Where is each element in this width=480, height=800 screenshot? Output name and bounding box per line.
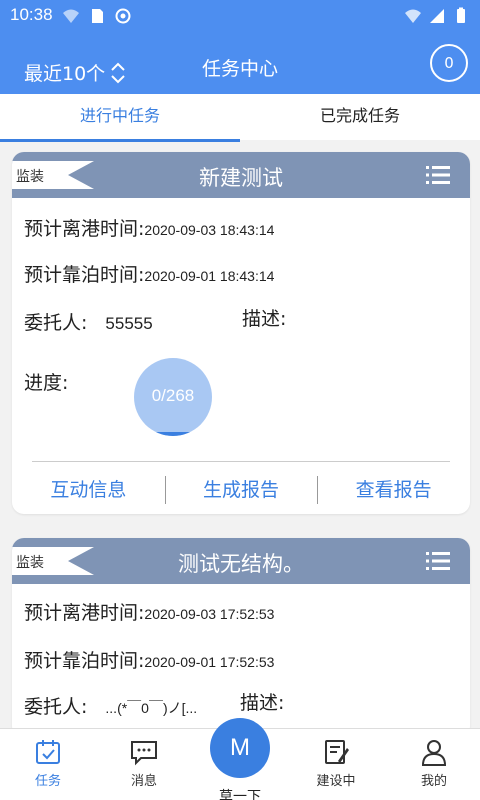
client-row: 委托人: ...(*￣0￣)ノ[...: [24, 692, 197, 719]
tab-completed[interactable]: 已完成任务: [240, 94, 480, 140]
depart-time-label: 预计离港时间:: [24, 602, 145, 624]
list-menu-icon[interactable]: [426, 551, 450, 571]
divider: [32, 461, 450, 462]
client-value: 55555: [105, 314, 153, 333]
task-card[interactable]: 监装 新建测试 预计离港时间:2020-09-03 18:43:14 预计靠泊时…: [12, 152, 470, 514]
nav-label-under-construction: 建设中: [316, 774, 356, 789]
page-title: 任务中心: [201, 58, 278, 80]
task-tabs: 进行中任务 已完成任务: [0, 94, 480, 142]
nav-label-messages: 消息: [130, 774, 157, 789]
user-icon: [421, 740, 447, 766]
client-label: 委托人:: [24, 312, 88, 334]
nav-label-mine: 我的: [420, 774, 447, 789]
message-icon: [131, 741, 157, 766]
client-value: ...(*￣0￣)ノ[...: [105, 700, 198, 716]
task-card[interactable]: 监装 测试无结构。 预计离港时间:2020-09-03 17:52:53 预计靠…: [12, 538, 470, 738]
signal-icon: [430, 9, 444, 23]
nav-item-messages[interactable]: 消息: [108, 737, 180, 789]
wifi-icon: [405, 9, 421, 23]
center-action-button[interactable]: M: [210, 718, 270, 778]
depart-time-row: 预计离港时间:2020-09-03 18:43:14: [24, 214, 274, 241]
task-title: 测试无结构。: [178, 552, 304, 576]
berth-time-row: 预计靠泊时间:2020-09-01 17:52:53: [24, 646, 274, 673]
edit-doc-icon: [325, 740, 349, 764]
progress-circle: 0/268: [134, 358, 212, 436]
progress-text: 0/268: [151, 386, 195, 405]
nav-label-tasks: 任务: [34, 774, 61, 789]
berth-time-row: 预计靠泊时间:2020-09-01 18:43:14: [24, 260, 274, 287]
depart-time-label: 预计离港时间:: [24, 218, 145, 240]
sync-icon: [115, 8, 131, 24]
berth-time-value: 2020-09-01 18:43:14: [144, 268, 275, 284]
generate-report-button[interactable]: 生成报告: [164, 472, 318, 508]
view-report-button[interactable]: 查看报告: [317, 472, 470, 508]
task-card-header: 监装 新建测试: [12, 152, 470, 198]
berth-time-label: 预计靠泊时间:: [24, 264, 145, 286]
status-time: 10:38: [10, 5, 53, 24]
task-card-header: 监装 测试无结构。: [12, 538, 470, 584]
task-calendar-icon: [36, 740, 60, 764]
nav-item-under-construction[interactable]: 建设中: [300, 737, 372, 789]
depart-time-value: 2020-09-03 18:43:14: [144, 222, 275, 238]
wifi-question-icon: [63, 9, 79, 23]
progress-label: 进度:: [24, 372, 69, 394]
status-bar: 10:38: [0, 0, 480, 32]
sd-card-icon: [92, 9, 103, 23]
task-actions: 互动信息 生成报告 查看报告: [12, 472, 470, 508]
berth-time-value: 2020-09-01 17:52:53: [144, 654, 275, 670]
progress-fill: [134, 432, 212, 436]
interaction-info-button[interactable]: 互动信息: [12, 472, 165, 508]
battery-icon: [457, 7, 465, 23]
app-header: 最近10个 任务中心 0: [0, 32, 480, 94]
task-count-badge[interactable]: 0: [430, 44, 468, 82]
depart-time-row: 预计离港时间:2020-09-03 17:52:53: [24, 598, 274, 625]
client-label: 委托人:: [24, 696, 88, 718]
description-label: 描述:: [240, 692, 285, 714]
list-menu-icon[interactable]: [426, 165, 450, 185]
client-row: 委托人: 55555: [24, 308, 153, 335]
description-label: 描述:: [242, 308, 287, 330]
nav-item-tasks[interactable]: 任务: [12, 737, 84, 789]
task-title: 新建测试: [199, 166, 283, 190]
center-action-label: 草一下: [219, 789, 261, 800]
tab-in-progress[interactable]: 进行中任务: [0, 94, 240, 142]
nav-item-mine[interactable]: 我的: [398, 737, 470, 789]
berth-time-label: 预计靠泊时间:: [24, 650, 145, 672]
depart-time-value: 2020-09-03 17:52:53: [144, 606, 275, 622]
